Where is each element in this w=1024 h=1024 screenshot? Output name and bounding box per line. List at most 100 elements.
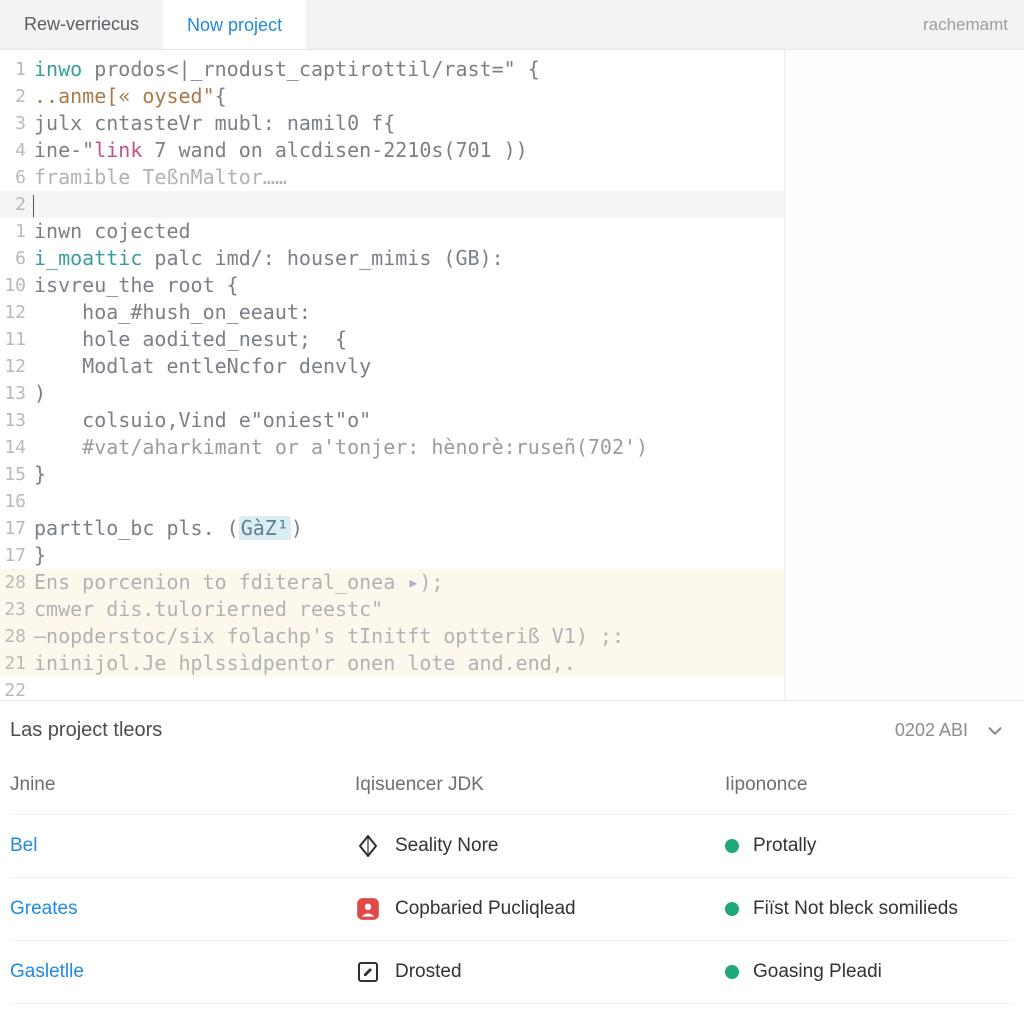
code-line[interactable]: 12 hoa_#hush_on_eeaut: xyxy=(0,299,784,326)
code-text[interactable]: ..anme[« oysed"{ xyxy=(34,83,227,110)
code-text[interactable]: cmwer dis.tulorierned reestc" xyxy=(34,596,383,623)
line-number: 14 xyxy=(0,434,34,461)
panel-meta: 0202 ABI xyxy=(895,720,968,741)
code-line[interactable]: 3julx cntasteVr mubl: namil0 f{ xyxy=(0,110,784,137)
code-line[interactable]: 28—nopderstoc/six folachp's tInitft optt… xyxy=(0,623,784,650)
line-number: 23 xyxy=(0,596,34,623)
project-link[interactable]: Bel xyxy=(10,835,37,856)
code-text[interactable]: ine-"link 7 wand on alcdisen-2210s(701 )… xyxy=(34,137,528,164)
code-text[interactable]: Ens porcenion to fditeral_onea ▸); xyxy=(34,569,443,596)
chevron-down-icon[interactable] xyxy=(984,720,1006,742)
code-line[interactable]: 6i_moattic palc imd/: houser_mimis (GB): xyxy=(0,245,784,272)
code-text[interactable]: ) xyxy=(34,380,46,407)
code-text[interactable]: inwo prodos<|_rnodust_captirottil/rast="… xyxy=(34,56,540,83)
code-text[interactable]: hole aodited_nesut; { xyxy=(34,326,347,353)
code-line[interactable]: 28Ens porcenion to fditeral_onea ▸); xyxy=(0,569,784,596)
line-number: 12 xyxy=(0,299,34,326)
line-number: 6 xyxy=(0,245,34,272)
code-line[interactable]: 16 xyxy=(0,488,784,515)
user-label: rachemamt xyxy=(923,15,1024,35)
editor-area: 1inwo prodos<|_rnodust_captirottil/rast=… xyxy=(0,50,1024,700)
line-number: 17 xyxy=(0,515,34,542)
status-label: Fiïst Not bleck somilieds xyxy=(753,898,958,920)
code-line[interactable]: 10isvreu_the root { xyxy=(0,272,784,299)
line-number: 11 xyxy=(0,326,34,353)
code-text[interactable]: inwn cojected xyxy=(34,218,191,245)
code-text[interactable]: parttlo_bc pls. (GàZ¹) xyxy=(34,515,303,542)
panel-title: Las project tleors xyxy=(10,719,895,742)
line-number: 28 xyxy=(0,569,34,596)
code-line[interactable]: 22 xyxy=(0,677,784,704)
table-row[interactable]: Greates Copbaried Pucliqlead Fiïst Not ble… xyxy=(10,878,1014,941)
editor-right-gutter xyxy=(784,50,1024,700)
code-text[interactable]: isvreu_the root { xyxy=(34,272,239,299)
code-text[interactable]: ininijol.Je hplssìdpentor onen lote and.… xyxy=(34,650,576,677)
line-number: 6 xyxy=(0,164,34,191)
projects-table: Jnine Iqisuencer JDK Iiрononce Bel Sealit… xyxy=(10,756,1014,1004)
line-number: 2 xyxy=(0,83,34,110)
line-number: 3 xyxy=(0,110,34,137)
code-text[interactable]: } xyxy=(34,461,46,488)
code-line[interactable]: 15} xyxy=(0,461,784,488)
col-header-status: Iiрononce xyxy=(725,774,1014,796)
project-link[interactable]: Greates xyxy=(10,898,78,919)
line-number: 22 xyxy=(0,677,34,704)
panel-header: Las project tleors 0202 ABI xyxy=(10,715,1014,756)
code-line[interactable]: 1inwo prodos<|_rnodust_captirottil/rast=… xyxy=(0,56,784,83)
status-dot-icon xyxy=(725,965,739,979)
table-row[interactable]: Gasletlle Drosted Goasing Pleadi xyxy=(10,941,1014,1004)
code-editor[interactable]: 1inwo prodos<|_rnodust_captirottil/rast=… xyxy=(0,50,784,700)
code-text[interactable]: } xyxy=(34,542,46,569)
tab-now-project[interactable]: Now project xyxy=(163,0,306,49)
status-dot-icon xyxy=(725,839,739,853)
code-line[interactable]: 21ininijol.Je hplssìdpentor onen lote an… xyxy=(0,650,784,677)
line-number: 17 xyxy=(0,542,34,569)
badge-red-icon xyxy=(355,896,381,922)
line-number: 28 xyxy=(0,623,34,650)
code-line[interactable]: 13) xyxy=(0,380,784,407)
line-number: 13 xyxy=(0,380,34,407)
code-line[interactable]: 17parttlo_bc pls. (GàZ¹) xyxy=(0,515,784,542)
code-line[interactable]: 4ine-"link 7 wand on alcdisen-2210s(701 … xyxy=(0,137,784,164)
jdk-label: Drosted xyxy=(395,961,462,983)
line-number: 2 xyxy=(0,191,34,218)
diamond-icon xyxy=(355,833,381,859)
code-line[interactable]: 6framible TeßnMaltor…… xyxy=(0,164,784,191)
code-line[interactable]: 14 #vat/aharkimant or a'tonjer: hènorè:r… xyxy=(0,434,784,461)
code-text[interactable]: framible TeßnMaltor…… xyxy=(34,164,287,191)
project-link[interactable]: Gasletlle xyxy=(10,961,84,982)
col-header-name: Jnine xyxy=(10,774,355,796)
table-header: Jnine Iqisuencer JDK Iiрononce xyxy=(10,756,1014,815)
code-text[interactable]: —nopderstoc/six folachp's tInitft optter… xyxy=(34,623,624,650)
code-text[interactable]: Modlat entleNcfor denvly xyxy=(34,353,371,380)
line-number: 16 xyxy=(0,488,34,515)
code-line[interactable]: 13 colsuio,Vind e"oniest"o" xyxy=(0,407,784,434)
jdk-label: Seality Nore xyxy=(395,835,499,857)
tabs-bar: Rew-verriecus Now project rachemamt xyxy=(0,0,1024,50)
status-label: Goasing Pleadi xyxy=(753,961,882,983)
code-line[interactable]: 23cmwer dis.tulorierned reestc" xyxy=(0,596,784,623)
jdk-label: Copbaried Pucliqlead xyxy=(395,898,576,920)
line-number: 4 xyxy=(0,137,34,164)
code-line[interactable]: 11 hole aodited_nesut; { xyxy=(0,326,784,353)
code-line[interactable]: 12 Modlat entleNcfor denvly xyxy=(0,353,784,380)
status-dot-icon xyxy=(725,902,739,916)
code-text[interactable]: i_moattic palc imd/: houser_mimis (GB): xyxy=(34,245,504,272)
line-number: 13 xyxy=(0,407,34,434)
code-line[interactable]: 1inwn cojected xyxy=(0,218,784,245)
col-header-jdk: Iqisuencer JDK xyxy=(355,774,725,796)
status-label: Protally xyxy=(753,835,816,857)
table-row[interactable]: Bel Seality Nore Protally xyxy=(10,815,1014,878)
code-text[interactable]: julx cntasteVr mubl: namil0 f{ xyxy=(34,110,395,137)
code-line[interactable]: 17} xyxy=(0,542,784,569)
code-text[interactable]: hoa_#hush_on_eeaut: xyxy=(34,299,311,326)
line-number: 10 xyxy=(0,272,34,299)
code-line[interactable]: 2 xyxy=(0,191,784,218)
code-line[interactable]: 2..anme[« oysed"{ xyxy=(0,83,784,110)
text-cursor xyxy=(33,195,34,217)
code-text[interactable]: #vat/aharkimant or a'tonjer: hènorè:ruse… xyxy=(34,434,648,461)
code-text[interactable]: colsuio,Vind e"oniest"o" xyxy=(34,407,371,434)
edit-square-icon xyxy=(355,959,381,985)
tab-rew-verriecus[interactable]: Rew-verriecus xyxy=(0,0,163,49)
line-number: 15 xyxy=(0,461,34,488)
